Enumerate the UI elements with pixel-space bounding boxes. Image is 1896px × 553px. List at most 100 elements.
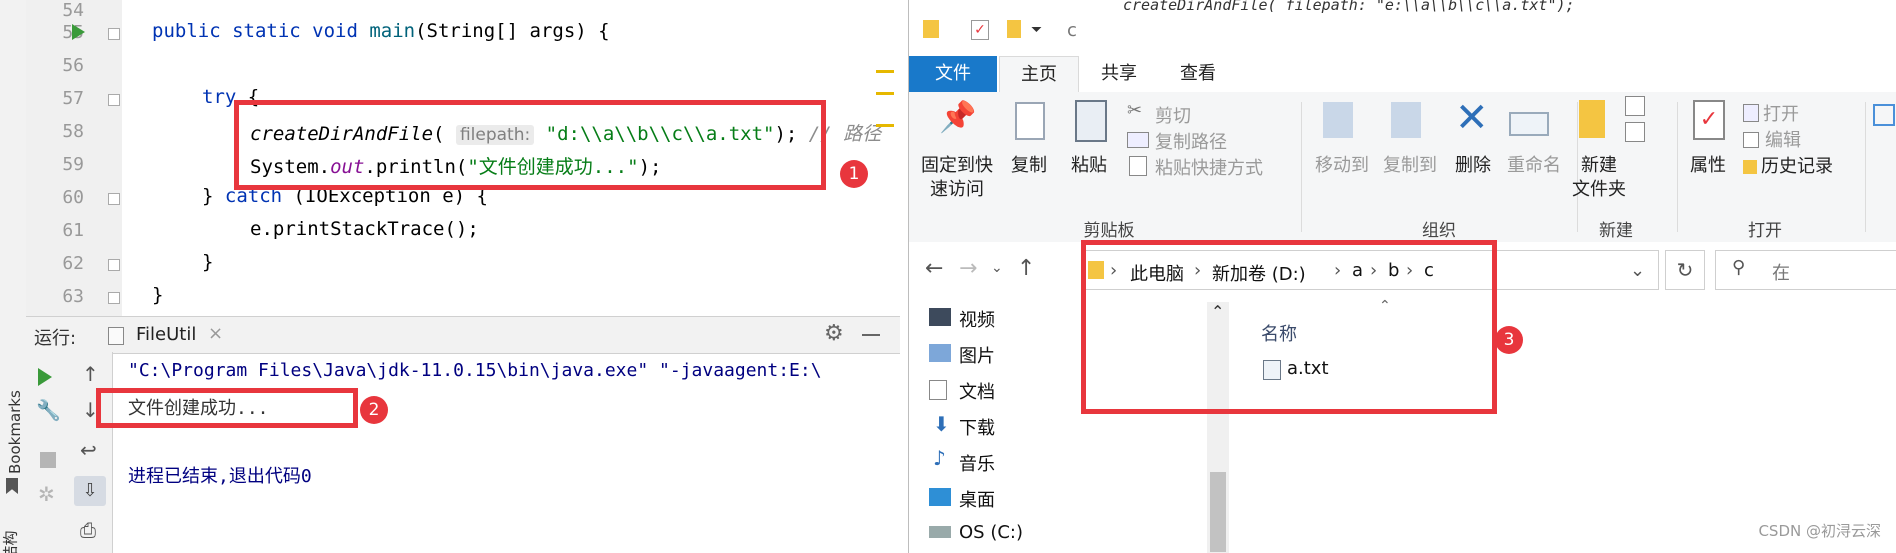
run-tab-icon <box>108 327 124 345</box>
line-number: 54 <box>62 0 84 21</box>
new-item-icon <box>1625 96 1645 116</box>
properties-button[interactable]: 属性 <box>1685 154 1731 178</box>
scroll-to-end-icon[interactable]: ⇩ <box>74 476 106 506</box>
open-button[interactable]: 打开 <box>1763 100 1799 126</box>
video-icon <box>929 308 951 326</box>
music-icon: ♪ <box>933 446 946 470</box>
code-text: (String[] args) { <box>415 20 610 42</box>
documents-icon <box>929 380 947 400</box>
new-folder-quick-icon[interactable] <box>1007 20 1021 38</box>
paste-shortcut-icon <box>1129 156 1147 176</box>
edit-icon <box>1743 132 1759 148</box>
properties-quick-icon[interactable]: ✓ <box>971 20 989 40</box>
fold-icon[interactable] <box>108 259 120 271</box>
nav-item-desktop[interactable]: 桌面 <box>959 486 995 512</box>
search-placeholder: 在 <box>1772 263 1790 284</box>
delete-button[interactable]: 删除 <box>1447 154 1499 178</box>
pin-quick-access-button[interactable]: 固定到快 速访问 <box>913 154 1001 202</box>
fold-icon[interactable] <box>108 94 120 106</box>
copy-path-button[interactable]: 复制路径 <box>1155 128 1227 154</box>
fold-icon[interactable] <box>108 28 120 40</box>
title-bar: ✓ ⏷ c createDirAndFile( filepath: "e:\\a… <box>909 0 1896 56</box>
tab-file[interactable]: 文件 <box>909 56 997 92</box>
gear-icon[interactable]: ⚙ <box>824 321 844 346</box>
chevron-down-icon[interactable]: ⏷ <box>1031 22 1042 38</box>
button-label: 速访问 <box>930 179 984 200</box>
ribbon-separator <box>1301 102 1302 232</box>
line-number: 58 <box>62 121 84 142</box>
ribbon-tabs: 文件 主页 共享 查看 <box>909 56 1896 93</box>
print-icon[interactable]: ⎙ <box>80 518 96 542</box>
folder-icon <box>923 20 939 38</box>
code-line-61[interactable]: e.printStackTrace(); <box>250 218 479 240</box>
up-arrow-icon[interactable]: ↑ <box>1017 256 1035 281</box>
history-button[interactable]: 历史记录 <box>1761 152 1833 178</box>
group-new-label: 新建 <box>1599 221 1633 241</box>
fold-icon[interactable] <box>108 193 120 205</box>
open-icon <box>1743 104 1759 122</box>
select-icon <box>1873 104 1895 126</box>
console-exit-line[interactable]: 进程已结束,退出代码0 <box>128 462 312 488</box>
copy-button[interactable]: 复制 <box>1007 154 1051 178</box>
structure-label[interactable]: 结构 <box>0 521 21 553</box>
group-organize-label: 组织 <box>1422 221 1456 241</box>
forward-arrow-icon[interactable]: → <box>959 256 977 281</box>
copy-to-button[interactable]: 复制到 <box>1377 154 1443 178</box>
edit-button[interactable]: 编辑 <box>1765 126 1801 152</box>
console-command-line[interactable]: "C:\Program Files\Java\jdk-11.0.15\bin\j… <box>128 360 822 381</box>
code-line-62[interactable]: } <box>202 251 213 273</box>
nav-item-documents[interactable]: 文档 <box>959 378 995 404</box>
drive-icon <box>929 526 951 538</box>
annotation-box-3 <box>1081 240 1497 414</box>
fold-icon[interactable] <box>108 292 120 304</box>
group-clipboard-label: 剪贴板 <box>1083 221 1135 241</box>
bookmarks-label[interactable]: Bookmarks <box>6 384 24 474</box>
tab-view[interactable]: 查看 <box>1159 56 1237 92</box>
paste-shortcut-button[interactable]: 粘贴快捷方式 <box>1155 154 1263 180</box>
editor-gutter: 54 55 56 57 58 59 60 61 62 63 <box>26 0 122 316</box>
nav-item-downloads[interactable]: 下载 <box>959 414 995 440</box>
wrench-icon[interactable]: 🔧 <box>36 398 61 422</box>
refresh-icon[interactable]: ↻ <box>1665 250 1705 290</box>
scroll-thumb[interactable] <box>1210 472 1226 552</box>
editor-marker <box>876 124 894 127</box>
properties-icon: ✓ <box>1693 100 1725 140</box>
nav-item-os-drive[interactable]: OS (C:) <box>959 522 1023 543</box>
run-toolbar: ↑ 🔧 ↓ ↩ ⇩ ✲ ⎙ <box>26 352 113 553</box>
rename-button[interactable]: 重命名 <box>1501 154 1567 178</box>
stop-icon[interactable] <box>40 452 56 468</box>
rename-icon <box>1509 112 1549 136</box>
recent-chevron-icon[interactable]: ⌄ <box>991 260 1003 276</box>
tab-home[interactable]: 主页 <box>999 56 1079 92</box>
minimize-icon[interactable] <box>862 334 880 336</box>
move-to-button[interactable]: 移动到 <box>1309 154 1375 178</box>
close-tab-icon[interactable]: × <box>208 323 223 344</box>
code-line-55[interactable]: public static void main(String[] args) { <box>152 20 610 42</box>
ribbon: 📌 固定到快 速访问 复制 粘贴 ✂ 剪切 复制路径 粘贴快捷方式 剪贴板 移动到… <box>909 92 1896 243</box>
back-arrow-icon[interactable]: ← <box>925 256 943 281</box>
annotation-badge-2: 2 <box>360 396 388 424</box>
nav-item-videos[interactable]: 视频 <box>959 306 995 332</box>
annotation-badge-1: 1 <box>840 160 868 188</box>
new-folder-icon <box>1579 100 1605 138</box>
nav-item-music[interactable]: 音乐 <box>959 450 995 476</box>
button-label: 文件夹 <box>1572 179 1626 200</box>
up-arrow-icon[interactable]: ↑ <box>82 362 99 386</box>
paste-icon <box>1075 100 1107 142</box>
cut-button[interactable]: 剪切 <box>1155 102 1191 128</box>
paste-button[interactable]: 粘贴 <box>1067 154 1111 178</box>
chevron-down-icon[interactable]: ⌄ <box>1630 260 1645 281</box>
keyword: try <box>202 86 237 108</box>
run-tab[interactable]: FileUtil <box>136 324 196 345</box>
soft-wrap-icon[interactable]: ↩ <box>80 438 97 462</box>
nav-item-pictures[interactable]: 图片 <box>959 342 995 368</box>
search-box[interactable]: ⚲ 在 <box>1715 250 1896 290</box>
run-gutter-icon[interactable] <box>72 24 85 40</box>
rerun-icon[interactable] <box>38 368 52 386</box>
code-line-63[interactable]: } <box>152 284 163 306</box>
new-folder-button[interactable]: 新建 文件夹 <box>1561 154 1637 202</box>
line-number: 60 <box>62 187 84 208</box>
tab-share[interactable]: 共享 <box>1081 56 1157 92</box>
debug-icon[interactable]: ✲ <box>38 482 55 506</box>
download-icon: ⬇ <box>933 412 950 436</box>
